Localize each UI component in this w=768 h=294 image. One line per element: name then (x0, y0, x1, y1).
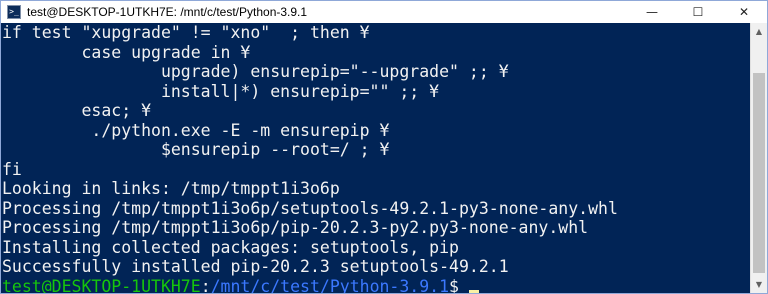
terminal-line: install|*) ensurepip="" ;; ¥ (2, 81, 440, 101)
terminal-line: ./python.exe -E -m ensurepip ¥ (2, 120, 390, 140)
terminal-app-icon: >_ (7, 5, 21, 19)
minimize-button[interactable]: — (629, 1, 675, 23)
scrollbar-thumb[interactable] (753, 73, 765, 273)
scroll-down-arrow-icon[interactable]: ▼ (751, 276, 767, 293)
terminal-line: esac; ¥ (2, 101, 152, 120)
title-bar[interactable]: >_ test@DESKTOP-1UTKH7E: /mnt/c/test/Pyt… (1, 1, 767, 23)
terminal-line: if test "xupgrade" != "xno" ; then ¥ (2, 23, 370, 42)
prompt-symbol: $ (449, 276, 469, 294)
terminal-line: Installing collected packages: setuptool… (2, 237, 459, 257)
maximize-button[interactable]: ☐ (675, 1, 721, 23)
scroll-up-arrow-icon[interactable]: ▲ (751, 23, 767, 40)
vertical-scrollbar[interactable]: ▲ ▼ (750, 23, 767, 293)
terminal-line: Processing /tmp/tmppt1i3o6p/pip-20.2.3-p… (2, 218, 589, 237)
text-cursor (468, 289, 479, 293)
prompt-line[interactable]: test@DESKTOP-1UTKH7E:/mnt/c/test/Python-… (2, 276, 750, 294)
terminal-line: upgrade) ensurepip="--upgrade" ;; ¥ (2, 62, 509, 81)
window-controls: — ☐ ✕ (629, 1, 767, 23)
terminal-output[interactable]: if test "xupgrade" != "xno" ; then ¥ cas… (1, 23, 750, 293)
terminal-line: Processing /tmp/tmppt1i3o6p/setuptools-4… (2, 198, 618, 218)
prompt-path: /mnt/c/test/Python-3.9.1 (210, 276, 450, 294)
terminal-window: >_ test@DESKTOP-1UTKH7E: /mnt/c/test/Pyt… (0, 0, 768, 294)
terminal-line: Successfully installed pip-20.2.3 setupt… (2, 257, 509, 276)
terminal-line: case upgrade in ¥ (2, 42, 251, 62)
terminal-line: fi (2, 159, 22, 179)
prompt-separator: : (200, 276, 211, 294)
terminal-line: Looking in links: /tmp/tmppt1i3o6p (2, 179, 340, 198)
window-title: test@DESKTOP-1UTKH7E: /mnt/c/test/Python… (27, 5, 308, 19)
prompt-user-host: test@DESKTOP-1UTKH7E (2, 276, 201, 294)
close-button[interactable]: ✕ (721, 1, 767, 23)
terminal-line: $ensurepip --root=/ ; ¥ (2, 140, 390, 159)
